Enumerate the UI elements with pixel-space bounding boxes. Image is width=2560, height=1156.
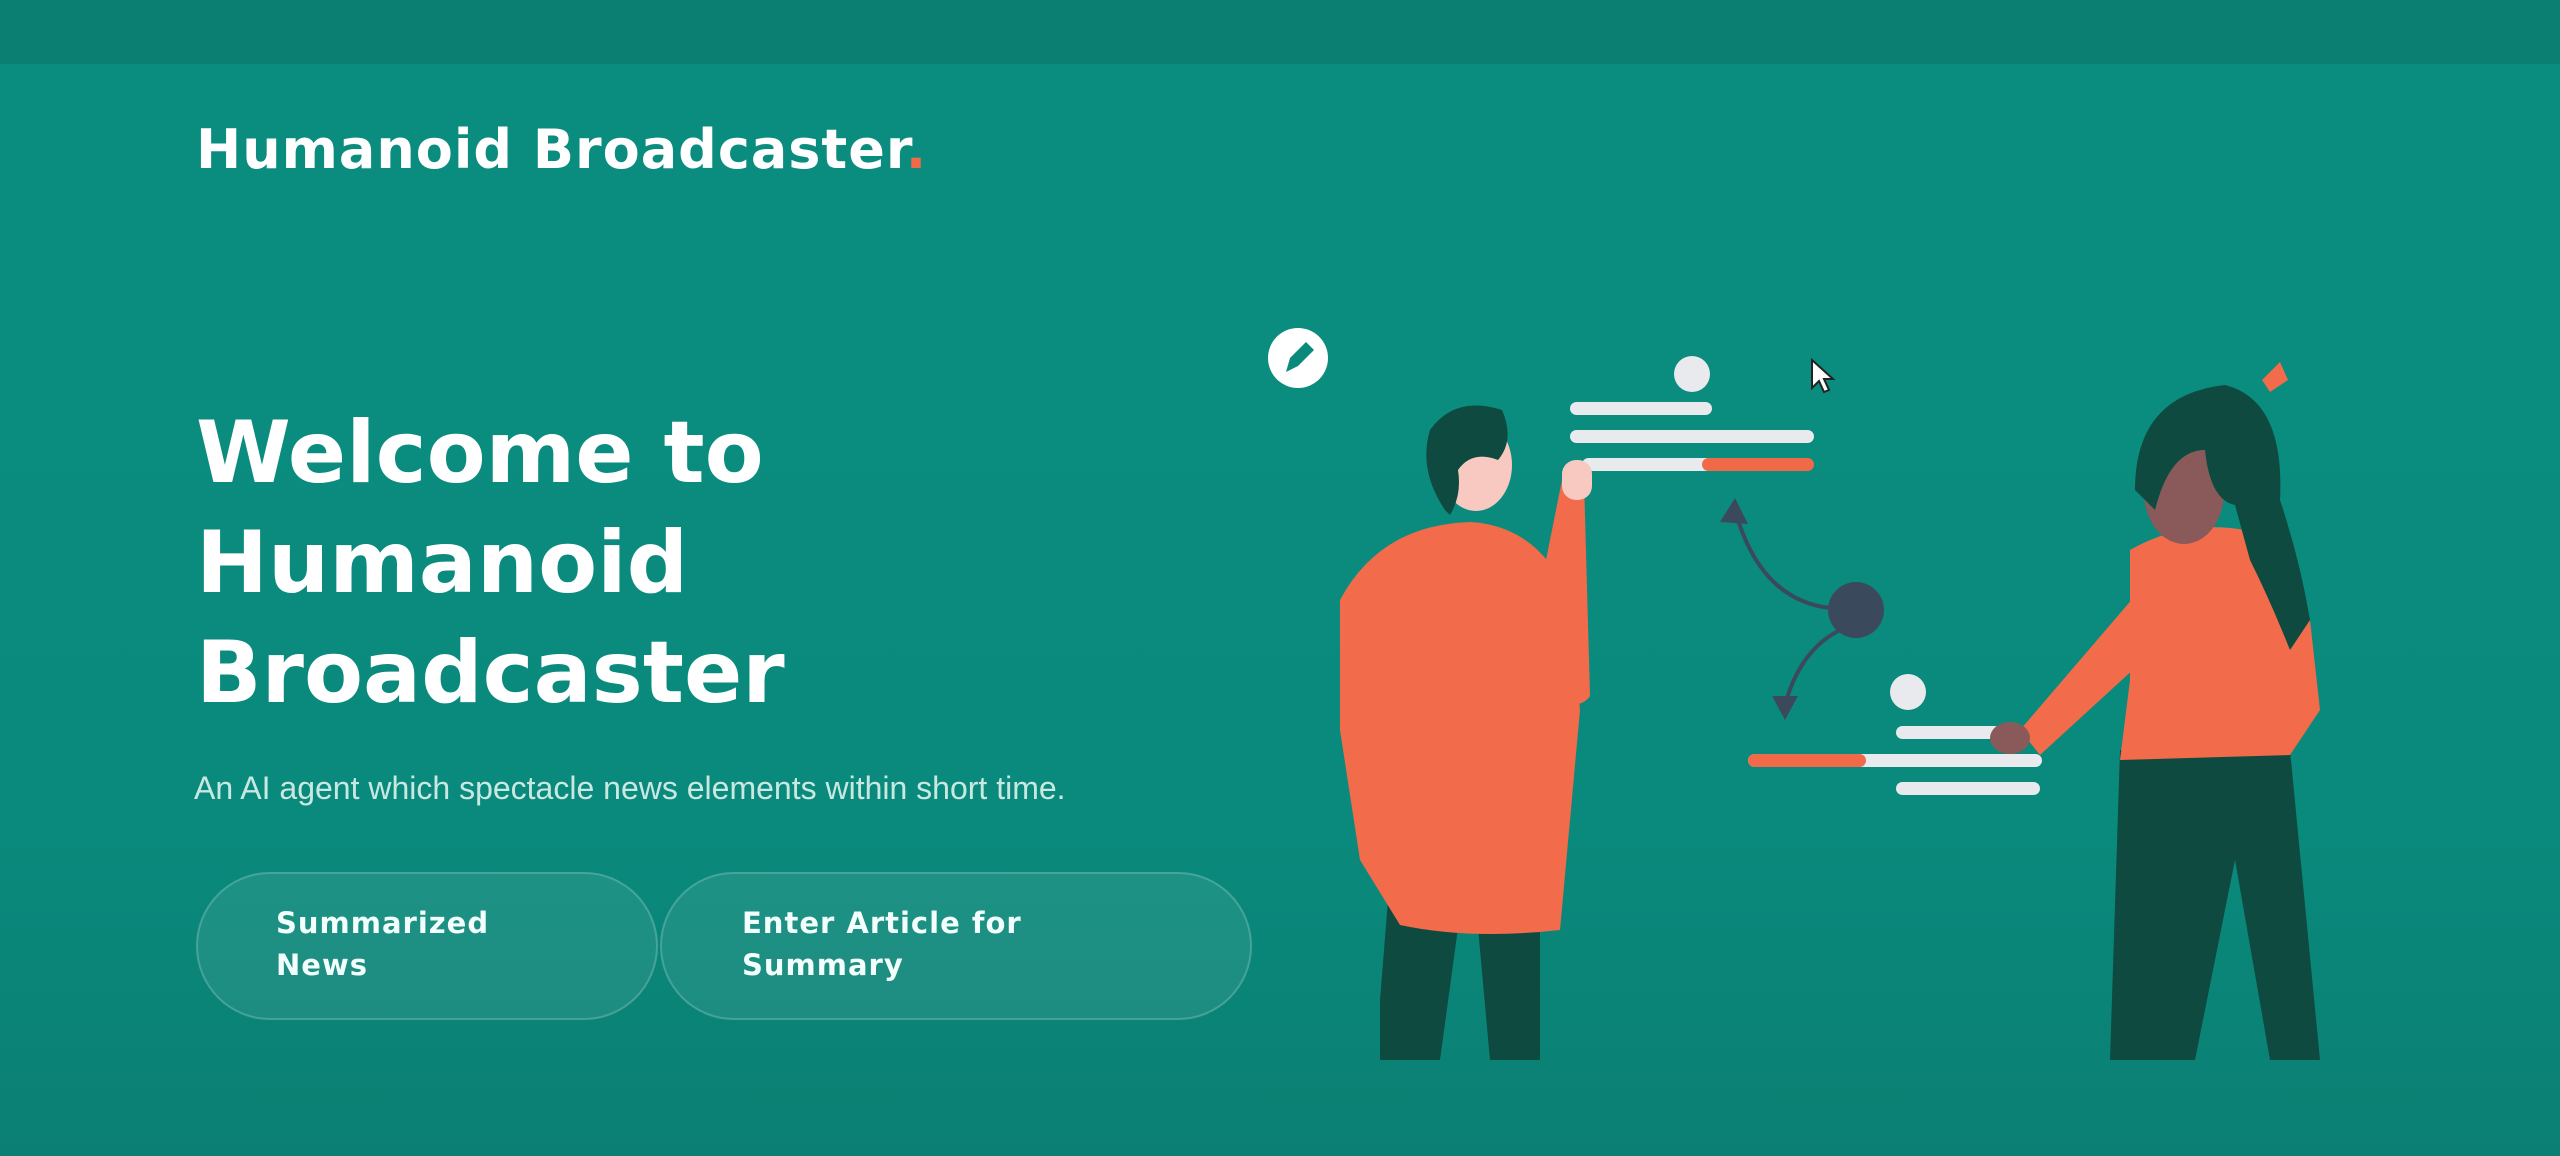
hero-title-line-1: Welcome to xyxy=(196,403,764,503)
brand-dot: . xyxy=(905,118,928,181)
man-figure xyxy=(1340,405,1592,1060)
pen-icon xyxy=(1268,328,1328,388)
exchange-arrows xyxy=(1720,498,1884,720)
summarized-news-button[interactable]: Summarized News xyxy=(196,872,658,1020)
mouse-cursor-icon xyxy=(1811,358,1836,394)
hero-title-line-2: Humanoid xyxy=(196,513,689,613)
enter-article-label: Enter Article for Summary xyxy=(742,906,1022,982)
message-card-top xyxy=(1570,356,1814,471)
hero-subtitle: An AI agent which spectacle news element… xyxy=(194,770,1066,806)
hero-title-line-3: Broadcaster xyxy=(196,623,785,723)
brand-name: Humanoid Broadcaster xyxy=(196,118,906,181)
brand-logo[interactable]: Humanoid Broadcaster. xyxy=(196,118,927,181)
hero-title: Welcome to Humanoid Broadcaster xyxy=(196,398,956,728)
hero-illustration xyxy=(1268,328,2320,1060)
browser-top-bar xyxy=(0,0,2560,64)
enter-article-button[interactable]: Enter Article for Summary xyxy=(660,872,1252,1020)
woman-figure xyxy=(1990,362,2320,1060)
summarized-news-label: Summarized News xyxy=(276,906,490,982)
